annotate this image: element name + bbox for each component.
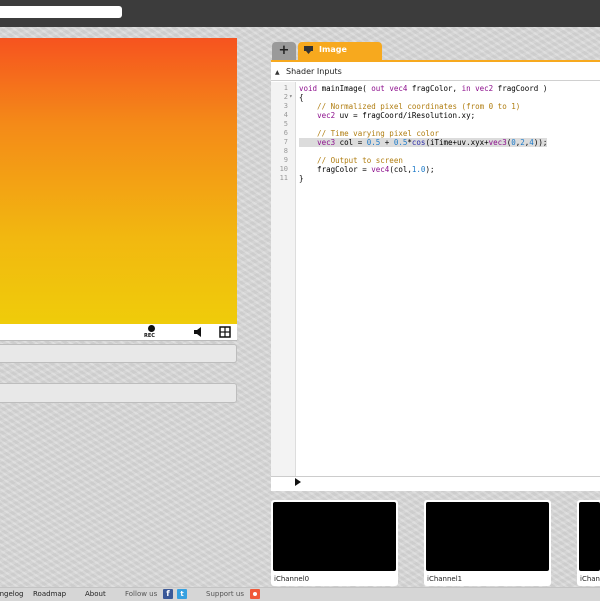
shader-tags-field[interactable] (0, 383, 237, 403)
code-editor[interactable]: ▲ Shader Inputs 1 2 ▾ 3 4 5 6 7 8 9 10 1… (271, 60, 600, 478)
compile-play-icon[interactable] (295, 478, 301, 486)
fullscreen-icon[interactable] (219, 326, 231, 338)
channel-slot-0[interactable]: iChannel0 (271, 500, 398, 586)
editor-toolbar (271, 476, 600, 491)
channel-slot-1[interactable]: iChannel1 (424, 500, 551, 586)
roadmap-link[interactable]: Roadmap (33, 590, 66, 598)
fold-icon[interactable]: ▾ (289, 93, 293, 100)
expand-triangle-icon: ▲ (275, 69, 280, 76)
search-input[interactable] (0, 6, 122, 18)
tab-image-label: Image (319, 45, 347, 54)
line-number: 3 (283, 102, 288, 110)
code-line: // Normalized pixel coordinates (from 0 … (299, 102, 521, 111)
line-number: 7 (283, 138, 288, 146)
support-us-label: Support us (206, 590, 244, 598)
line-number: 8 (283, 147, 288, 155)
code-line: vec2 uv = fragCoord/iResolution.xy; (317, 111, 476, 120)
record-label: REC (144, 333, 155, 339)
facebook-icon[interactable]: f (163, 589, 173, 599)
line-number: 10 (279, 165, 288, 173)
channel-label: iChannel0 (274, 575, 310, 583)
shader-preview-canvas[interactable] (0, 38, 237, 324)
line-number: 2 (283, 93, 288, 101)
channel-preview (426, 502, 549, 571)
record-button[interactable]: REC (143, 324, 159, 340)
channel-slot-2[interactable]: iChannel2 (577, 500, 600, 586)
patreon-icon[interactable] (250, 589, 260, 599)
tab-image[interactable]: Image (298, 42, 382, 60)
code-line-selected: vec3 col = 0.5 + 0.5*cos(iTime+uv.xyx+ve… (299, 138, 548, 147)
code-line: // Output to screen (299, 156, 403, 165)
line-number: 6 (283, 129, 288, 137)
line-number: 5 (283, 120, 288, 128)
code-line: } (299, 174, 304, 183)
shader-title-field[interactable] (0, 344, 237, 363)
line-number: 11 (279, 174, 288, 182)
follow-us-label: Follow us (125, 590, 158, 598)
twitter-icon[interactable]: t (177, 589, 187, 599)
channel-label: iChannel1 (427, 575, 463, 583)
channel-label: iChannel2 (580, 575, 600, 583)
code-line: fragColor = vec4(col,1.0); (299, 165, 435, 174)
top-bar (0, 0, 600, 27)
line-number: 4 (283, 111, 288, 119)
add-tab-button[interactable]: + (272, 42, 296, 60)
code-line: { (299, 93, 304, 102)
shader-inputs-toggle[interactable]: ▲ Shader Inputs (271, 64, 600, 81)
channel-preview (273, 502, 396, 571)
changelog-link[interactable]: Changelog (0, 590, 23, 598)
line-number: 9 (283, 156, 288, 164)
line-number-gutter: 1 2 ▾ 3 4 5 6 7 8 9 10 11 (271, 82, 296, 478)
code-line: void mainImage( out vec4 fragColor, in v… (299, 84, 548, 93)
channel-preview (579, 502, 600, 571)
line-number: 1 (283, 84, 288, 92)
footer: Changelog Roadmap About Follow us f t Su… (0, 587, 600, 601)
about-link[interactable]: About (85, 590, 106, 598)
code-line: // Time varying pixel color (299, 129, 439, 138)
image-tab-icon (304, 46, 313, 54)
record-icon (148, 325, 155, 332)
volume-icon[interactable] (193, 326, 205, 338)
shader-inputs-label: Shader Inputs (286, 67, 342, 76)
